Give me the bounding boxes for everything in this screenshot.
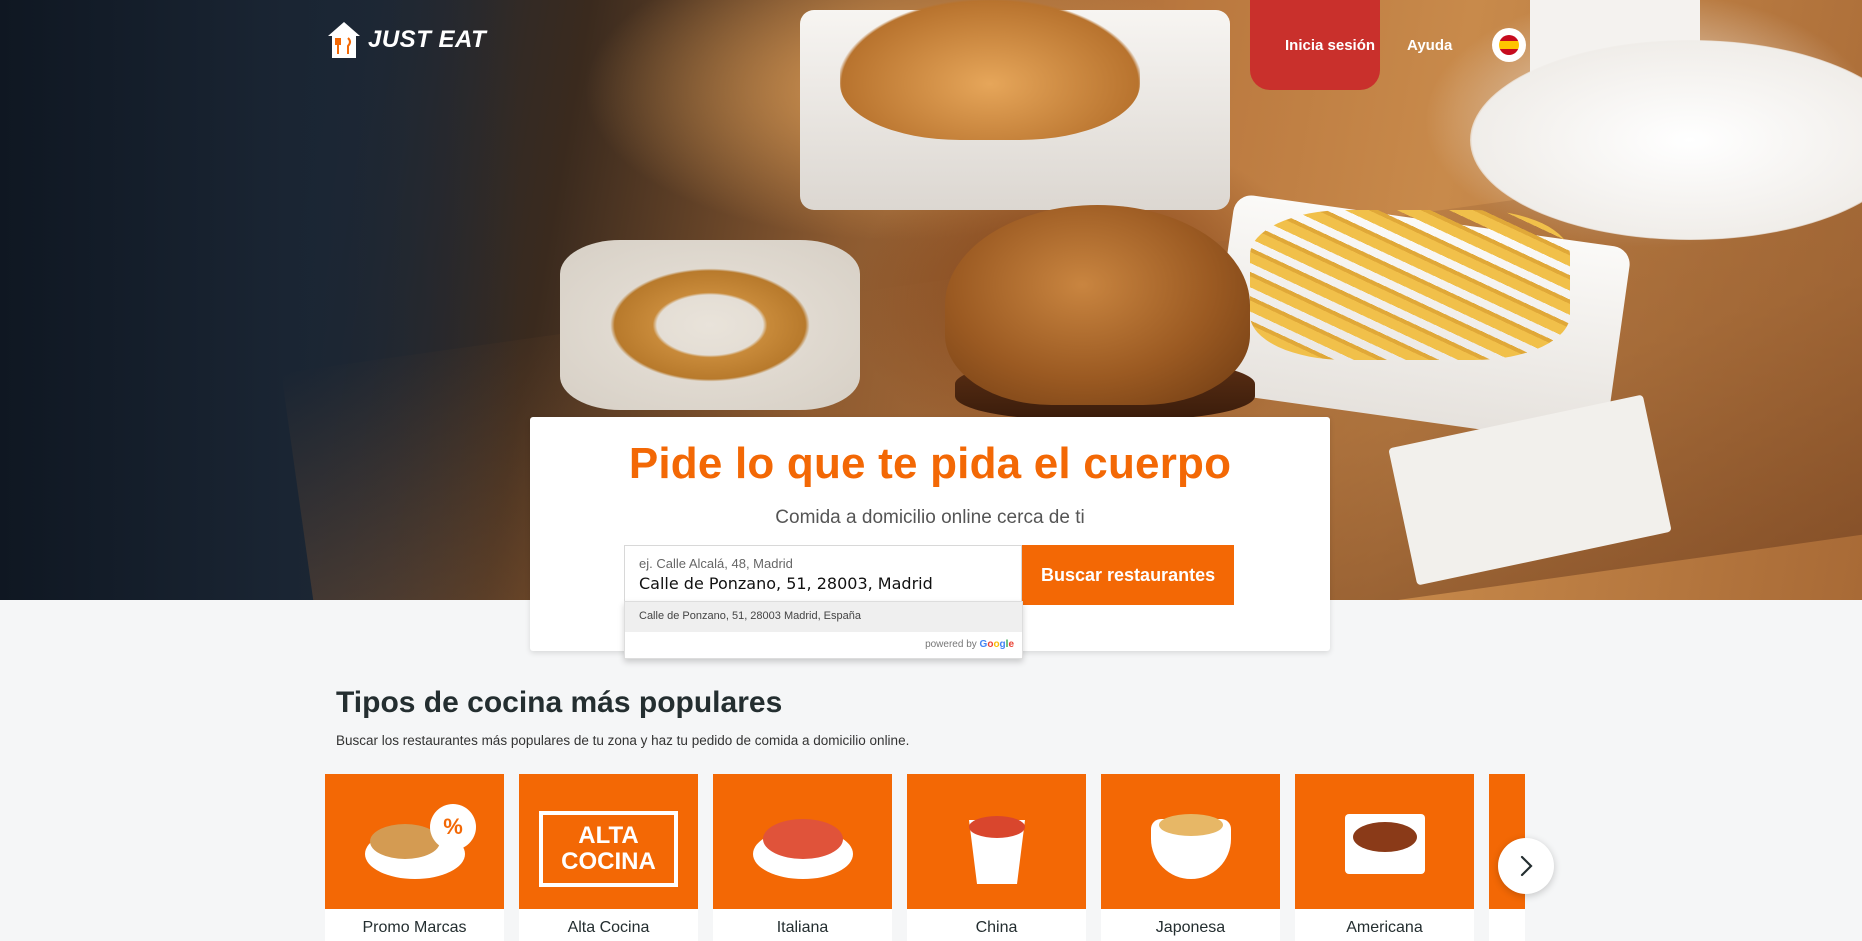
hero-fries [1250, 210, 1570, 360]
cuisine-card-alta-cocina[interactable]: ALTA COCINA Alta Cocina [519, 774, 698, 941]
powered-by-google: powered by Google [625, 632, 1022, 650]
cuisine-image [907, 774, 1086, 909]
discount-badge-icon: % [430, 804, 476, 850]
cuisine-card-italiana[interactable]: Italiana [713, 774, 892, 941]
hero-title: Pide lo que te pida el cuerpo [628, 439, 1232, 488]
hero-onion-rings [560, 240, 860, 410]
top-nav: Inicia sesión Ayuda [1285, 28, 1527, 62]
carousel-next-button[interactable] [1498, 838, 1554, 894]
address-placeholder: ej. Calle Alcalá, 48, Madrid [639, 556, 793, 571]
cuisine-image [713, 774, 892, 909]
ramen-illustration [1159, 814, 1223, 836]
cuisine-card-japonesa[interactable]: Japonesa [1101, 774, 1280, 941]
google-letter: e [1008, 639, 1014, 650]
cuisine-label: Italiana [776, 919, 829, 936]
cuisine-image [1101, 774, 1280, 909]
address-input[interactable]: ej. Calle Alcalá, 48, Madrid Calle de Po… [624, 545, 1023, 605]
cuisine-label: Promo Marcas [362, 919, 467, 936]
cuisine-card-china[interactable]: China [907, 774, 1086, 941]
cuisine-label: Alta Cocina [567, 919, 650, 936]
house-fork-logo-icon [328, 22, 360, 58]
cuisine-image: ALTA COCINA [519, 774, 698, 909]
brand-logo[interactable]: JUST EAT [326, 20, 486, 60]
cuisine-carousel: % Promo Marcas ALTA COCINA Alta Cocina I… [325, 774, 1525, 941]
search-row: ej. Calle Alcalá, 48, Madrid Calle de Po… [624, 545, 1234, 605]
cuisine-card-americana[interactable]: Americana [1295, 774, 1474, 941]
chevron-right-icon [1520, 855, 1533, 877]
address-suggestions: Calle de Ponzano, 51, 28003 Madrid, Espa… [624, 601, 1023, 659]
hero-subtitle: Comida a domicilio online cerca de ti [775, 507, 1085, 528]
cuisines-subtitle: Buscar los restaurantes más populares de… [336, 733, 910, 748]
language-selector[interactable] [1492, 28, 1527, 62]
wings-illustration [1353, 822, 1417, 852]
search-restaurants-button[interactable]: Buscar restaurantes [1022, 545, 1234, 605]
hero-burger-bun [945, 205, 1250, 405]
pasta-illustration [763, 819, 843, 859]
alta-cocina-logo: ALTA COCINA [539, 811, 678, 887]
cuisine-label: Japonesa [1155, 919, 1226, 936]
address-value: Calle de Ponzano, 51, 28003, Madrid [639, 574, 933, 593]
help-link[interactable]: Ayuda [1407, 37, 1452, 54]
cuisine-image [1295, 774, 1474, 909]
cuisines-title: Tipos de cocina más populares [336, 686, 783, 719]
powered-by-text: powered by [925, 639, 977, 650]
login-link[interactable]: Inicia sesión [1285, 37, 1375, 54]
hero-chicken [840, 0, 1140, 140]
cuisine-card-promo-marcas[interactable]: % Promo Marcas [325, 774, 504, 941]
cuisine-label: China [975, 919, 1018, 936]
cuisine-label: Americana [1346, 919, 1423, 936]
cuisine-image: % [325, 774, 504, 909]
spain-flag-icon [1499, 35, 1520, 55]
noodles-illustration [969, 816, 1025, 838]
address-suggestion-item[interactable]: Calle de Ponzano, 51, 28003 Madrid, Espa… [625, 602, 1022, 632]
brand-wordmark: JUST EAT [368, 26, 487, 53]
